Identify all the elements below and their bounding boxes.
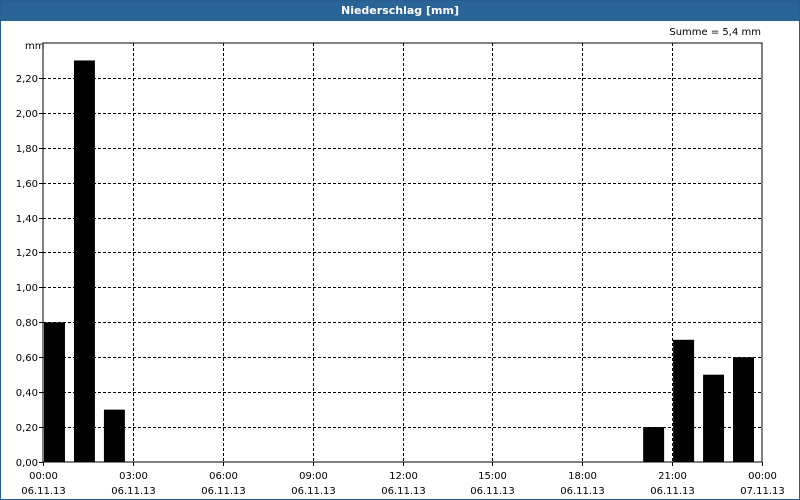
y-tick-label: 0,40 xyxy=(16,388,38,399)
x-tick-time: 06:00 xyxy=(209,471,238,482)
y-tick-label: 1,60 xyxy=(16,179,38,190)
x-tick-time: 09:00 xyxy=(299,471,328,482)
x-tick-time: 18:00 xyxy=(568,471,597,482)
x-tick-time: 03:00 xyxy=(119,471,148,482)
x-tick-date: 06.11.13 xyxy=(201,486,246,497)
precip-bar xyxy=(73,60,95,462)
y-tick-label: 0,00 xyxy=(16,458,38,469)
y-tick-label: 0,60 xyxy=(16,353,38,364)
x-tick-time: 12:00 xyxy=(389,471,418,482)
x-tick-date: 06.11.13 xyxy=(21,486,66,497)
x-tick-time: 21:00 xyxy=(658,471,687,482)
y-tick-label: 0,80 xyxy=(16,318,38,329)
precip-bar xyxy=(44,322,65,462)
y-tick-label: 0,20 xyxy=(16,423,38,434)
precip-bar xyxy=(733,357,755,462)
y-tick-label: 1,00 xyxy=(16,283,38,294)
x-tick-time: 15:00 xyxy=(478,471,507,482)
x-tick-date: 06.11.13 xyxy=(650,486,695,497)
x-tick-date: 07.11.13 xyxy=(740,486,785,497)
x-tick-date: 06.11.13 xyxy=(381,486,426,497)
precip-bar xyxy=(703,374,725,462)
x-tick-date: 06.11.13 xyxy=(560,486,605,497)
y-tick-label: 2,00 xyxy=(16,109,38,120)
x-tick-date: 06.11.13 xyxy=(291,486,336,497)
x-tick-date: 06.11.13 xyxy=(470,486,515,497)
precip-bar xyxy=(673,339,695,462)
precipitation-chart: 0,00 0,20 0,40 0,60 0,80 1,00 1,20 1,40 1,60 1,80… xyxy=(16,42,785,497)
x-tick-date: 06.11.13 xyxy=(111,486,156,497)
y-tick-label: 2,20 xyxy=(16,74,38,85)
x-tick-time: 00:00 xyxy=(29,471,58,482)
precip-bar xyxy=(643,427,665,462)
y-tick-label: 1,80 xyxy=(16,144,38,155)
x-tick-time: 00:00 xyxy=(748,471,777,482)
y-tick-label: 1,20 xyxy=(16,248,38,259)
y-tick-label: 1,40 xyxy=(16,214,38,225)
precip-bar xyxy=(103,409,125,462)
chart-window: Niederschlag [mm] Summe = 5,4 mm mm 0,00… xyxy=(0,0,800,500)
